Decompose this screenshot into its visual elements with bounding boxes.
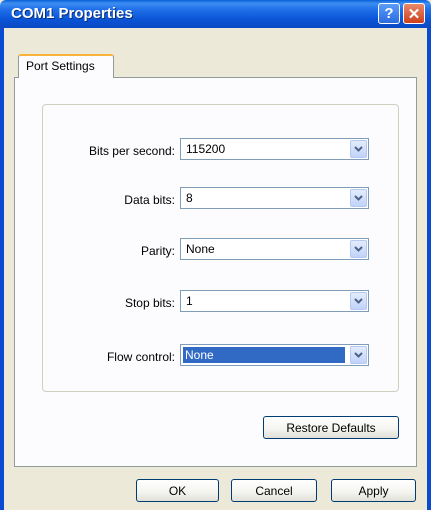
parity-value: None [186, 242, 215, 256]
restore-defaults-button[interactable]: Restore Defaults [263, 416, 399, 439]
window-title: COM1 Properties [11, 5, 133, 22]
data-bits-select[interactable]: 8 [180, 187, 369, 209]
stop-bits-select[interactable]: 1 [180, 290, 369, 312]
chevron-down-icon[interactable] [350, 292, 367, 310]
apply-button[interactable]: Apply [331, 479, 416, 502]
data-bits-label: Data bits: [124, 193, 175, 207]
chevron-down-icon[interactable] [350, 189, 367, 207]
bits-per-second-value: 115200 [186, 142, 226, 156]
cancel-button[interactable]: Cancel [231, 479, 317, 502]
data-bits-value: 8 [186, 191, 193, 205]
close-button[interactable]: ✕ [403, 3, 425, 24]
window-border-left [0, 28, 4, 510]
bits-per-second-select[interactable]: 115200 [180, 138, 369, 160]
bits-per-second-label: Bits per second: [88, 144, 175, 158]
dialog-window: COM1 Properties ? ✕ Port Settings Bits p… [0, 0, 431, 510]
flow-control-label: Flow control: [106, 350, 175, 364]
window-border-right [427, 28, 431, 510]
parity-select[interactable]: None [180, 238, 369, 260]
close-icon: ✕ [407, 5, 421, 23]
title-bar[interactable]: COM1 Properties ? ✕ [0, 0, 431, 28]
help-icon: ? [384, 5, 394, 22]
chevron-down-icon[interactable] [350, 140, 367, 158]
parity-label: Parity: [140, 244, 175, 258]
help-button[interactable]: ? [378, 3, 400, 24]
tab-port-settings[interactable]: Port Settings [18, 54, 114, 78]
flow-control-value: None [183, 347, 345, 363]
tab-label: Port Settings [26, 59, 95, 73]
chevron-down-icon[interactable] [350, 240, 367, 258]
stop-bits-value: 1 [186, 294, 193, 308]
ok-button[interactable]: OK [136, 479, 219, 502]
flow-control-select[interactable]: None [180, 344, 369, 366]
stop-bits-label: Stop bits: [124, 296, 175, 310]
chevron-down-icon[interactable] [350, 346, 367, 364]
